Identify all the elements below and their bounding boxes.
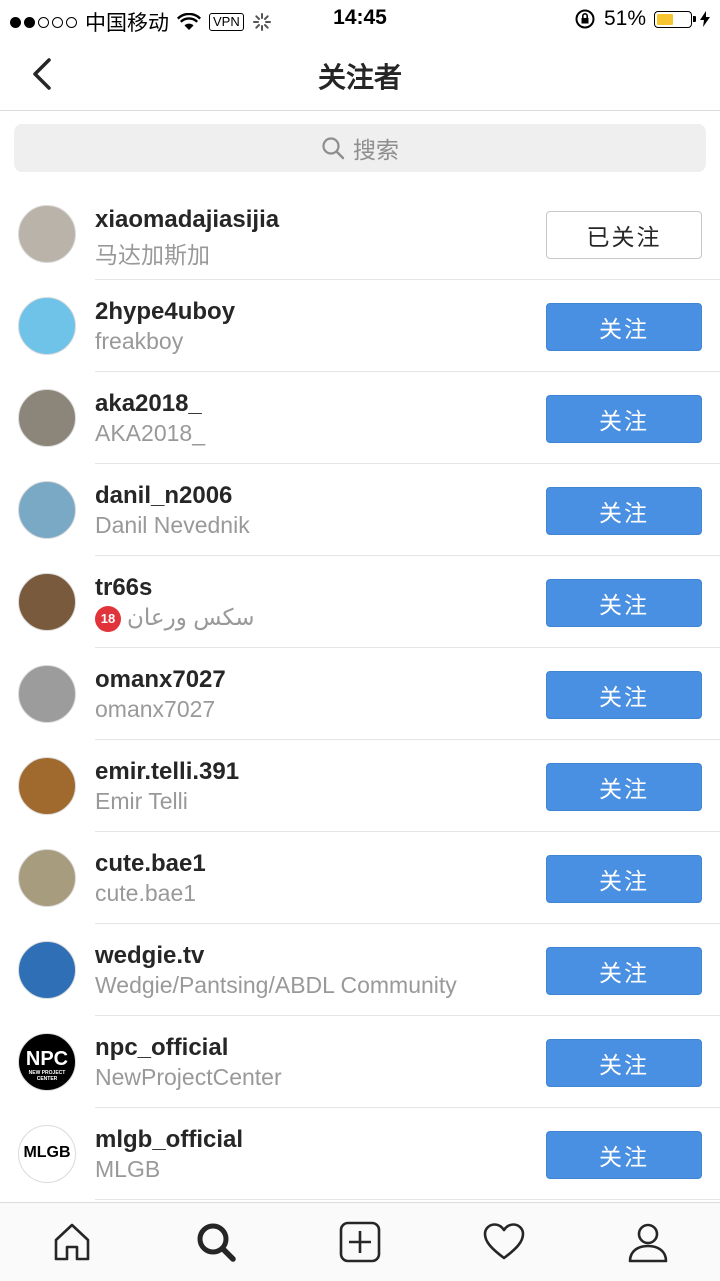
full-name: NewProjectCenter [95,1064,282,1091]
status-right: 51% [574,7,710,31]
follow-button[interactable]: 关注 [546,303,702,351]
username[interactable]: omanx7027 [95,666,226,694]
tab-bar [0,1202,720,1281]
username[interactable]: mlgb_official [95,1126,243,1154]
search-icon [197,1223,236,1262]
list-item[interactable]: cute.bae1 cute.bae1 关注 [0,832,720,924]
full-name: 18 سکس ورعان [95,604,255,632]
full-name-text: 马达加斯加 [95,242,210,268]
full-name: AKA2018_ [95,420,205,447]
full-name-text: freakboy [95,328,184,354]
search-input[interactable]: 搜索 [14,124,706,172]
full-name-text: Emir Telli [95,788,188,814]
avatar[interactable] [18,481,76,539]
username[interactable]: tr66s [95,574,152,602]
full-name: Wedgie/Pantsing/ABDL Community [95,972,457,999]
full-name-text: Wedgie/Pantsing/ABDL Community [95,972,457,998]
add-post-icon [339,1221,381,1263]
follow-button[interactable]: 关注 [546,671,702,719]
age-restriction-badge: 18 [95,605,121,632]
follow-button[interactable]: 关注 [546,947,702,995]
avatar[interactable] [18,849,76,907]
full-name: cute.bae1 [95,880,196,907]
follow-button[interactable]: 关注 [546,395,702,443]
full-name-text: AKA2018_ [95,420,205,446]
tab-profile[interactable] [618,1212,678,1272]
full-name-text: Danil Nevednik [95,512,250,538]
list-item[interactable]: xiaomadajiasijia 马达加斯加 已关注 [0,188,720,280]
username[interactable]: cute.bae1 [95,850,206,878]
list-item[interactable]: NPC NEW PROJECT CENTER npc_official NewProj… [0,1016,720,1108]
username[interactable]: xiaomadajiasijia [95,206,279,234]
follow-button[interactable]: 关注 [546,763,702,811]
follow-button[interactable]: 关注 [546,579,702,627]
avatar-logo-subtext: NEW PROJECT CENTER [28,1070,66,1082]
divider [95,1199,720,1200]
username[interactable]: danil_n2006 [95,482,232,510]
username[interactable]: emir.telli.391 [95,758,239,786]
username[interactable]: wedgie.tv [95,942,204,970]
full-name: 马达加斯加 [95,236,210,270]
avatar[interactable] [18,941,76,999]
full-name: omanx7027 [95,696,215,723]
avatar[interactable]: MLGB [18,1125,76,1183]
list-item[interactable]: emir.telli.391 Emir Telli 关注 [0,740,720,832]
avatar[interactable] [18,297,76,355]
full-name-text: MLGB [95,1156,161,1182]
list-item[interactable]: MLGB mlgb_official MLGB 关注 [0,1108,720,1200]
following-button[interactable]: 已关注 [546,211,702,259]
follow-button[interactable]: 关注 [546,1039,702,1087]
avatar[interactable] [18,205,76,263]
full-name-text: NewProjectCenter [95,1064,282,1090]
charging-bolt-icon [700,11,710,27]
avatar-logo-text: NPC [25,1048,69,1070]
list-item[interactable]: omanx7027 omanx7027 关注 [0,648,720,740]
orientation-lock-icon [575,9,595,29]
full-name-text: omanx7027 [95,696,216,722]
follow-button[interactable]: 关注 [546,487,702,535]
nav-header: 关注者 [0,38,720,111]
follower-list: xiaomadajiasijia 马达加斯加 已关注 2hype4uboy freakb… [0,188,720,1200]
list-item[interactable]: wedgie.tv Wedgie/Pantsing/ABDL Community 关… [0,924,720,1016]
tab-search[interactable] [186,1212,246,1272]
username[interactable]: npc_official [95,1034,228,1062]
list-item[interactable]: tr66s 18 سکس ورعان 关注 [0,556,720,648]
avatar[interactable] [18,389,76,447]
tab-activity[interactable] [474,1212,534,1272]
username[interactable]: aka2018_ [95,390,202,418]
tab-home[interactable] [42,1212,102,1272]
full-name: Emir Telli [95,788,188,815]
avatar[interactable] [18,573,76,631]
page-title: 关注者 [317,62,402,93]
home-icon [54,1223,90,1261]
list-item[interactable]: danil_n2006 Danil Nevednik 关注 [0,464,720,556]
full-name-text: سکس ورعان [127,604,255,630]
username[interactable]: 2hype4uboy [95,298,235,326]
full-name: MLGB [95,1156,160,1183]
tab-add[interactable] [330,1212,390,1272]
search-placeholder: 搜索 [353,137,399,163]
heart-icon [483,1223,525,1260]
full-name-text: cute.bae1 [95,880,197,906]
status-bar: 中国移动 VPN 14:45 51% [0,0,720,38]
battery-icon [654,10,696,28]
avatar[interactable]: NPC NEW PROJECT CENTER [18,1033,76,1091]
profile-icon [628,1223,668,1263]
avatar[interactable] [18,757,76,815]
list-item[interactable]: aka2018_ AKA2018_ 关注 [0,372,720,464]
follow-button[interactable]: 关注 [546,855,702,903]
avatar[interactable] [18,665,76,723]
full-name: Danil Nevednik [95,512,250,539]
list-item[interactable]: 2hype4uboy freakboy 关注 [0,280,720,372]
avatar-logo-text: MLGB [23,1144,71,1161]
follow-button[interactable]: 关注 [546,1131,702,1179]
full-name: freakboy [95,328,183,355]
battery-percent: 51% [603,7,646,30]
search-icon [322,137,345,160]
